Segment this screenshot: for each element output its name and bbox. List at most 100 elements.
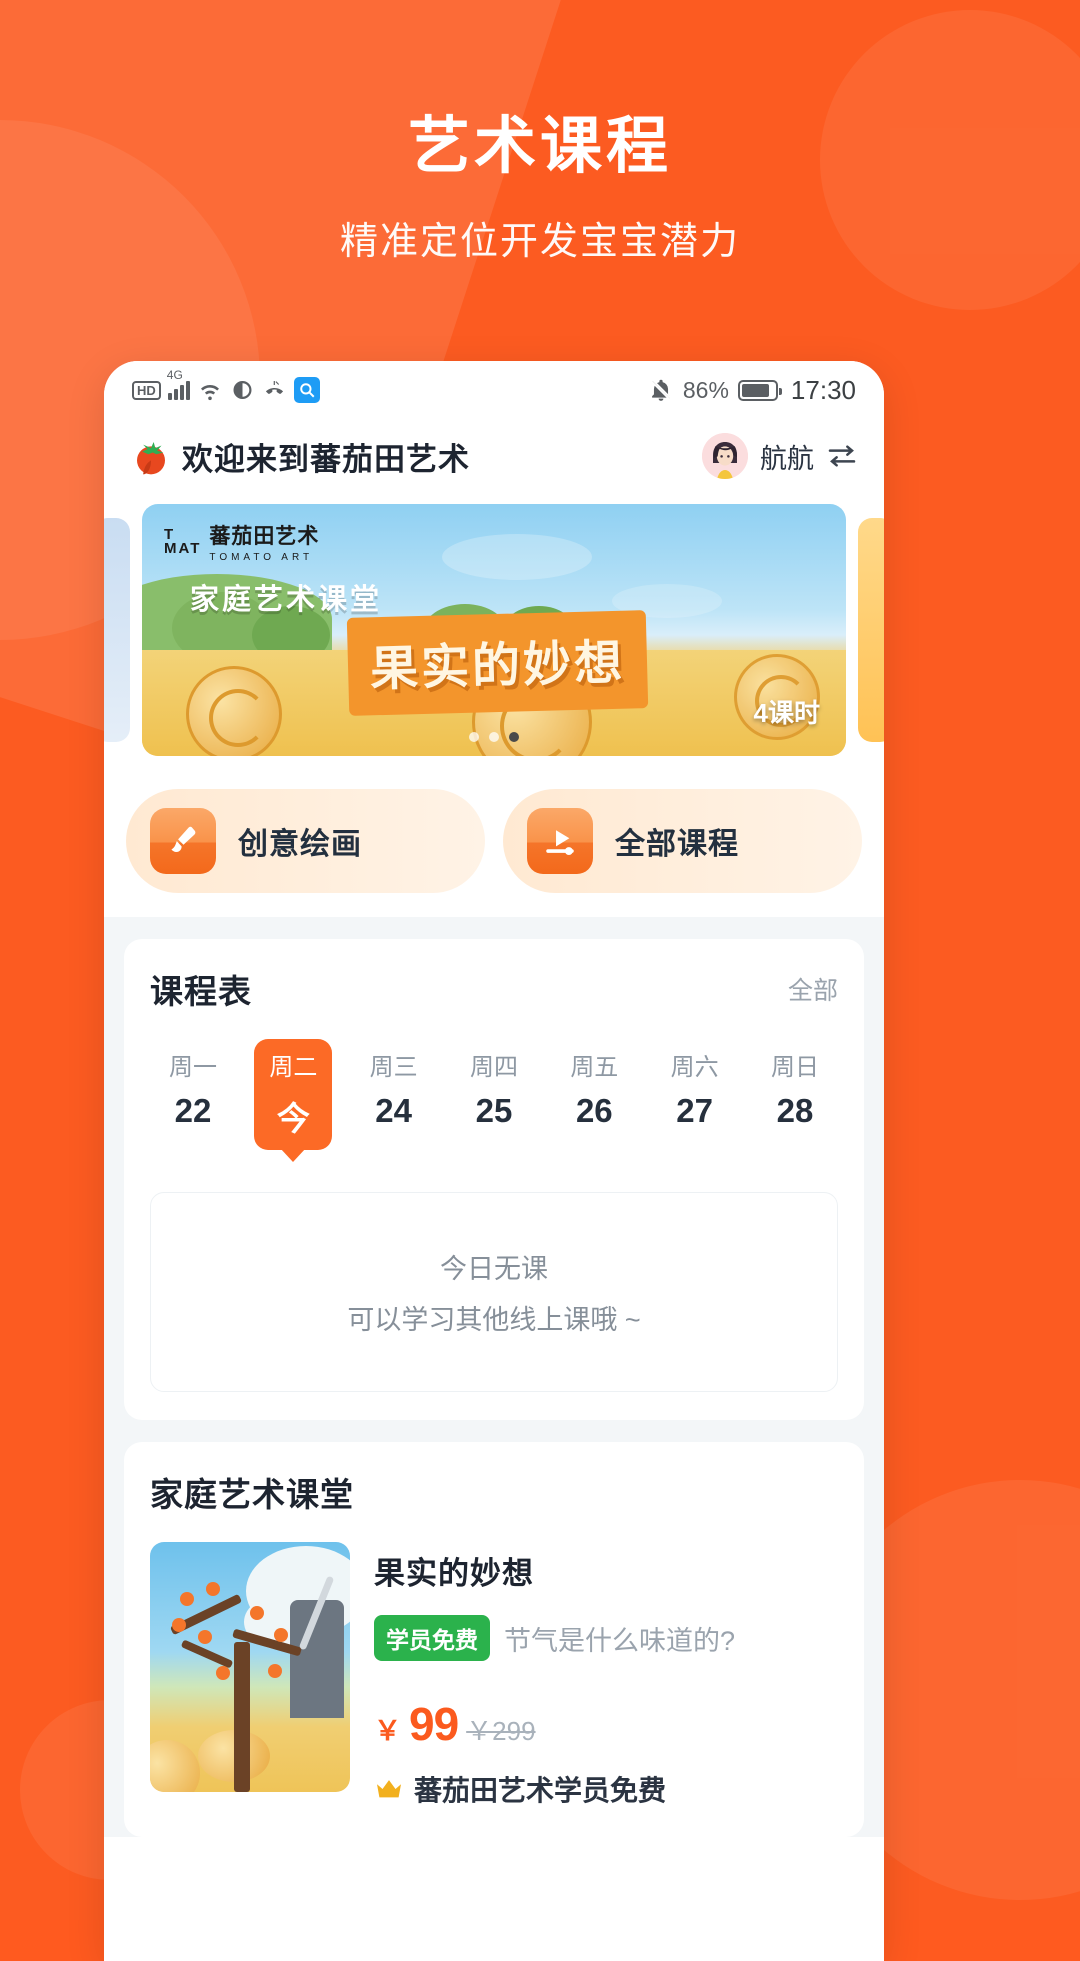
banner-carousel[interactable]: T MAT 蕃茄田艺术 TOMATO ART 家庭艺术课堂 果实的妙想 4课时 bbox=[104, 499, 884, 761]
empty-subtitle: 可以学习其他线上课哦 ~ bbox=[347, 1305, 641, 1335]
status-clock: 17:30 bbox=[790, 374, 856, 405]
day-label: 周一 bbox=[169, 1054, 217, 1081]
day-cell-tue-selected[interactable]: 周二 今 bbox=[254, 1039, 333, 1150]
search-icon[interactable] bbox=[293, 377, 320, 403]
carousel-dot[interactable] bbox=[469, 732, 479, 742]
fruit-shape bbox=[198, 1630, 212, 1644]
empty-title: 今日无课 bbox=[440, 1254, 548, 1284]
wifi-icon bbox=[200, 384, 219, 401]
carousel-dot-active[interactable] bbox=[509, 732, 519, 742]
day-label: 周二 bbox=[269, 1054, 318, 1081]
day-label: 周日 bbox=[770, 1054, 819, 1081]
user-name: 航航 bbox=[760, 443, 814, 474]
fruit-shape bbox=[172, 1618, 186, 1632]
tree-trunk-shape bbox=[234, 1642, 250, 1792]
crown-icon bbox=[377, 1780, 401, 1798]
avatar[interactable] bbox=[702, 433, 748, 479]
phone-screenshot: HD 4G 86% 17:30 欢迎来到蕃茄田艺术 航航 T MAT 蕃茄田艺术… bbox=[104, 361, 884, 1961]
day-number: 26 bbox=[575, 1092, 613, 1129]
banner-slide-active[interactable]: T MAT 蕃茄田艺术 TOMATO ART 家庭艺术课堂 果实的妙想 4课时 bbox=[142, 504, 846, 756]
promo-header: 艺术课程 精准定位开发宝宝潜力 bbox=[0, 110, 1080, 265]
day-label: 周四 bbox=[469, 1054, 518, 1081]
day-cell-sat[interactable]: 周六 27 bbox=[656, 1039, 734, 1150]
fruit-shape bbox=[250, 1606, 264, 1620]
mute-bell-icon bbox=[649, 378, 673, 401]
day-number: 22 bbox=[174, 1092, 212, 1129]
currency-symbol: ￥ bbox=[374, 1716, 401, 1746]
battery-percent: 86% bbox=[682, 376, 729, 403]
hd-icon: HD bbox=[132, 380, 161, 400]
fruit-shape bbox=[216, 1666, 230, 1680]
schedule-more-link[interactable]: 全部 bbox=[788, 971, 838, 1007]
quick-actions: 创意绘画 全部课程 bbox=[104, 761, 884, 893]
promo-title: 艺术课程 bbox=[407, 112, 672, 181]
brand-mark-mid: MAT bbox=[164, 539, 202, 557]
tomato-icon bbox=[137, 442, 165, 475]
schedule-empty-state: 今日无课 可以学习其他线上课哦 ~ bbox=[150, 1192, 838, 1392]
day-number: 24 bbox=[375, 1092, 413, 1129]
course-description: 节气是什么味道的? bbox=[504, 1625, 736, 1656]
course-perk: 蕃茄田艺术学员免费 bbox=[374, 1769, 838, 1809]
banner-brand-logo: T MAT 蕃茄田艺术 TOMATO ART bbox=[164, 520, 319, 563]
banner-title-plate: 果实的妙想 bbox=[346, 610, 649, 716]
course-price: 99 bbox=[409, 1698, 459, 1750]
day-cell-fri[interactable]: 周五 26 bbox=[555, 1039, 633, 1150]
fruit-shape bbox=[180, 1592, 194, 1606]
course-original-price: ￥299 bbox=[466, 1716, 536, 1746]
day-number: 27 bbox=[676, 1092, 713, 1129]
banner-subtitle: 家庭艺术课堂 bbox=[190, 584, 383, 616]
haystack-shape bbox=[186, 666, 282, 756]
family-class-title: 家庭艺术课堂 bbox=[150, 1476, 354, 1513]
course-tagline: 学员免费 节气是什么味道的? bbox=[374, 1615, 838, 1661]
day-cell-wed[interactable]: 周三 24 bbox=[355, 1039, 433, 1150]
quick-action-label: 创意绘画 bbox=[238, 828, 362, 861]
brand-name-cn: 蕃茄田艺术 bbox=[209, 525, 320, 548]
quick-action-all-courses[interactable]: 全部课程 bbox=[503, 789, 862, 893]
schedule-title: 课程表 bbox=[150, 973, 252, 1010]
promo-subtitle: 精准定位开发宝宝潜力 bbox=[339, 221, 740, 264]
paint-brush-icon bbox=[150, 808, 216, 874]
signal-4g-icon: 4G bbox=[167, 368, 190, 400]
eye-care-icon bbox=[233, 381, 252, 399]
day-cell-sun[interactable]: 周日 28 bbox=[756, 1039, 834, 1150]
carousel-dot[interactable] bbox=[489, 732, 499, 742]
switch-account-icon[interactable] bbox=[826, 440, 858, 472]
video-play-icon bbox=[527, 808, 593, 874]
course-details: 果实的妙想 学员免费 节气是什么味道的? ￥ 99 ￥299 蕃茄田艺术学员免费 bbox=[374, 1542, 838, 1809]
day-number: 今 bbox=[276, 1100, 310, 1137]
banner-next-peek[interactable] bbox=[858, 518, 884, 742]
course-perk-text: 蕃茄田艺术学员免费 bbox=[414, 1775, 667, 1806]
course-name: 果实的妙想 bbox=[374, 1556, 534, 1591]
app-header: 欢迎来到蕃茄田艺术 航航 bbox=[104, 419, 884, 493]
day-label: 周六 bbox=[670, 1054, 719, 1081]
day-label: 周五 bbox=[570, 1054, 619, 1081]
tree-branch-shape bbox=[180, 1639, 234, 1669]
missed-call-icon bbox=[265, 381, 283, 394]
status-bar: HD 4G 86% 17:30 bbox=[104, 361, 884, 419]
week-selector[interactable]: 周一 22 周二 今 周三 24 周四 25 周五 26 周六 27 周日 28 bbox=[150, 1039, 838, 1150]
course-price-row: ￥ 99 ￥299 bbox=[374, 1697, 838, 1751]
day-label: 周三 bbox=[369, 1054, 418, 1081]
banner-prev-peek[interactable] bbox=[104, 518, 130, 742]
course-list-item[interactable]: 果实的妙想 学员免费 节气是什么味道的? ￥ 99 ￥299 蕃茄田艺术学员免费 bbox=[150, 1542, 838, 1809]
quick-action-label: 全部课程 bbox=[615, 828, 739, 861]
content-scroll-area[interactable]: 课程表 全部 周一 22 周二 今 周三 24 周四 25 周五 26 周六 2… bbox=[104, 917, 884, 1837]
brand-name-en: TOMATO ART bbox=[209, 552, 314, 563]
banner-title: 果实的妙想 bbox=[369, 636, 626, 697]
schedule-header: 课程表 全部 bbox=[150, 965, 838, 1013]
banner-lesson-count: 4课时 bbox=[753, 698, 820, 728]
day-cell-thu[interactable]: 周四 25 bbox=[455, 1039, 533, 1150]
carousel-dots[interactable] bbox=[469, 732, 519, 742]
fruit-shape bbox=[274, 1628, 288, 1642]
course-thumbnail[interactable] bbox=[150, 1542, 350, 1792]
day-number: 25 bbox=[475, 1092, 513, 1129]
fruit-shape bbox=[206, 1582, 220, 1596]
family-class-card: 家庭艺术课堂 果实的妙想 学员免费 节气是什么味道的? ￥ 99 ￥299 蕃茄… bbox=[124, 1442, 864, 1837]
day-cell-mon[interactable]: 周一 22 bbox=[154, 1039, 232, 1150]
quick-action-creative-drawing[interactable]: 创意绘画 bbox=[126, 789, 485, 893]
status-badge: 学员免费 bbox=[374, 1615, 490, 1661]
schedule-card: 课程表 全部 周一 22 周二 今 周三 24 周四 25 周五 26 周六 2… bbox=[124, 939, 864, 1420]
cloud-shape bbox=[442, 534, 592, 580]
family-class-header: 家庭艺术课堂 bbox=[150, 1468, 838, 1516]
haystack-shape bbox=[150, 1740, 200, 1792]
